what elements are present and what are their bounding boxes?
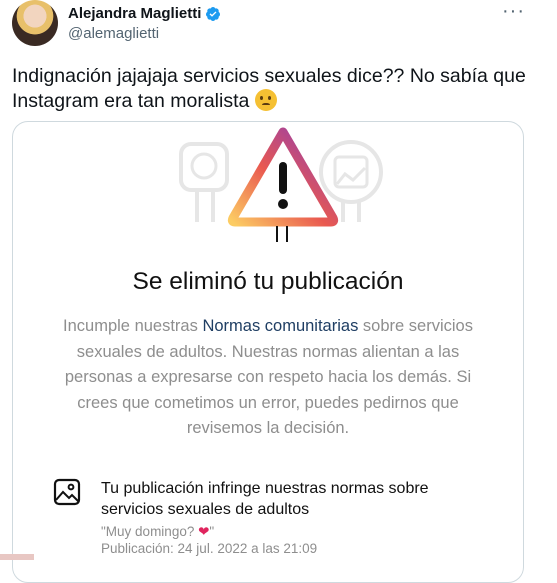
corner-fragment [0,554,34,560]
explanation-prefix: Incumple nuestras [63,317,203,335]
tweet-text: Indignación jajajaja servicios sexuales … [12,64,532,114]
verified-badge-icon [206,6,221,21]
author-name[interactable]: Alejandra Maglietti [68,5,201,22]
post-caption-close: " [209,524,215,539]
author-handle[interactable]: @alemaglietti [68,25,159,42]
more-options-icon[interactable]: ··· [502,1,524,24]
avatar[interactable] [12,0,58,46]
author-name-row[interactable]: Alejandra Maglietti [68,5,221,22]
post-caption: "Muy domingo? ❤" [101,524,214,540]
post-caption-text: "Muy domingo? [101,524,199,539]
tweet-media-image[interactable]: Se eliminó tu publicación Incumple nuest… [12,121,524,583]
heart-icon: ❤ [198,524,210,539]
image-icon [53,478,81,506]
deleted-post-title: Se eliminó tu publicación [132,268,404,295]
violation-title: Tu publicación infringe nuestras normas … [101,480,429,518]
explanation-suffix: sobre servicios sexuales de adultos. Nue… [64,317,473,437]
post-date: Publicación: 24 jul. 2022 a las 21:09 [101,541,318,556]
deleted-post-explanation: Incumple nuestras Normas comunitarias so… [53,314,483,442]
community-guidelines-link: Normas comunitarias [202,317,359,335]
thinking-face-icon [254,89,277,111]
warning-illustration-icon [179,127,383,242]
